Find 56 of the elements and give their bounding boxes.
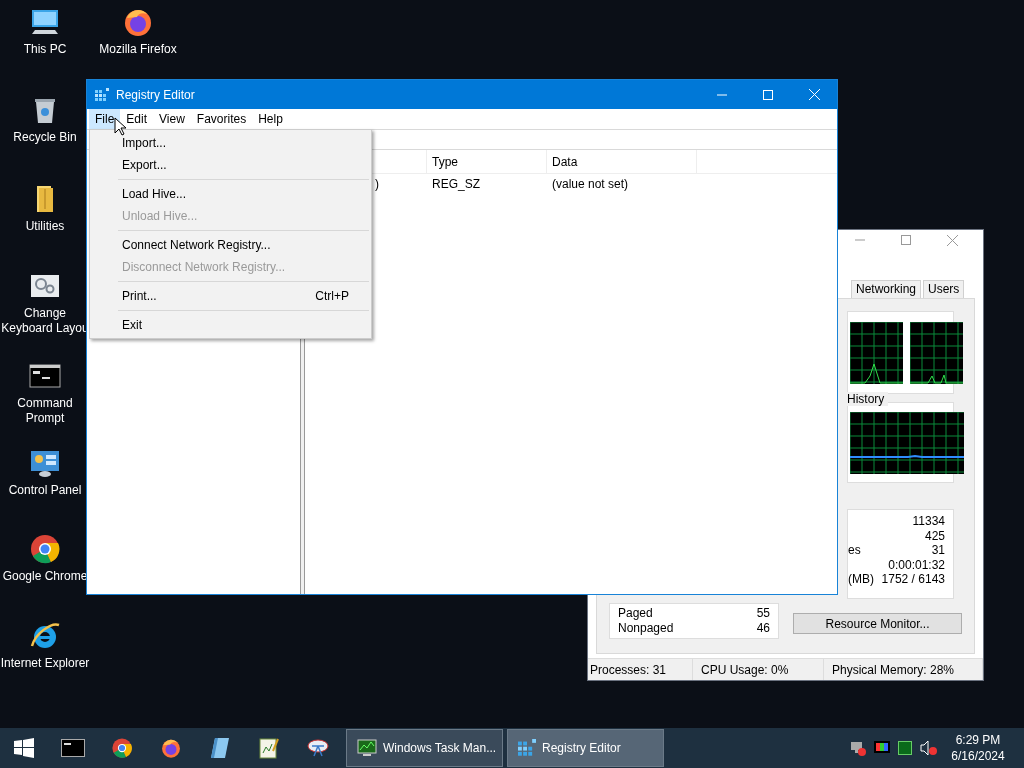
monitor-chart-icon bbox=[357, 739, 377, 757]
grid-square-icon[interactable] bbox=[898, 740, 912, 756]
menu-item[interactable]: Print... Ctrl+P bbox=[90, 285, 371, 307]
desktop-icon-label[interactable]: Command Prompt bbox=[0, 396, 90, 426]
desktop-icon-label[interactable]: Internet Explorer bbox=[0, 656, 90, 671]
group-label: History bbox=[847, 392, 889, 406]
menu-item[interactable]: Connect Network Registry... bbox=[90, 234, 371, 256]
stat-label: Paged bbox=[618, 606, 653, 621]
stat-value: 55 bbox=[756, 606, 770, 621]
menu-item[interactable]: Favorites bbox=[190, 109, 253, 129]
status-text: Physical Memory: 28% bbox=[824, 659, 983, 680]
speaker-muted-icon[interactable] bbox=[920, 740, 938, 756]
stat-value: 31 bbox=[931, 543, 945, 558]
menu-item[interactable]: Exit bbox=[90, 314, 371, 336]
cpu-graph bbox=[910, 321, 963, 384]
tab[interactable]: Networking bbox=[851, 280, 922, 298]
menu-item[interactable]: Export... bbox=[90, 154, 371, 176]
stat-label: Nonpaged bbox=[618, 621, 674, 636]
table-cell-text: ) bbox=[374, 176, 380, 193]
tab[interactable]: Users bbox=[923, 280, 965, 298]
stat-value: 11334 bbox=[912, 514, 945, 529]
stat-label: es bbox=[848, 543, 861, 558]
stat-value: 425 bbox=[924, 528, 945, 543]
menu-item[interactable]: Help bbox=[252, 109, 289, 129]
table-cell-text: REG_SZ bbox=[431, 176, 481, 193]
network-disconnected-icon[interactable] bbox=[850, 740, 866, 756]
taskbar-button[interactable]: Windows Task Man... bbox=[346, 729, 503, 767]
registry-cubes-icon bbox=[518, 739, 536, 757]
menu-item[interactable]: Import... bbox=[90, 132, 371, 154]
mouse-pointer-icon bbox=[114, 117, 127, 136]
desktop-icon-label[interactable]: Utilities bbox=[25, 219, 65, 234]
clock-time[interactable]: 6:29 PM bbox=[955, 732, 1001, 748]
column-header[interactable]: Type bbox=[427, 150, 547, 173]
desktop-icon-label[interactable]: This PC bbox=[23, 42, 67, 57]
registry-cubes-icon bbox=[95, 87, 109, 102]
desktop-icon-label[interactable]: Recycle Bin bbox=[13, 130, 77, 145]
desktop-icon-label[interactable]: Mozilla Firefox bbox=[99, 42, 177, 57]
column-header[interactable]: Data bbox=[547, 150, 697, 173]
desktop-icon-label[interactable]: Google Chrome bbox=[2, 569, 88, 584]
desktop-icon-label[interactable]: Control Panel bbox=[8, 483, 82, 498]
menu-item[interactable]: Load Hive... bbox=[90, 183, 371, 205]
taskbar-button[interactable]: Registry Editor bbox=[507, 729, 664, 767]
stat-value: 1752 / 6143 bbox=[881, 572, 945, 587]
table-cell-text: (value not set) bbox=[551, 176, 629, 193]
status-text: CPU Usage: 0% bbox=[693, 659, 824, 680]
stat-value: 0:00:01:32 bbox=[888, 557, 945, 572]
cpu-graph bbox=[850, 321, 903, 384]
stat-label: (MB) bbox=[848, 572, 874, 587]
display-icon[interactable] bbox=[874, 740, 890, 756]
chrome-icon bbox=[29, 533, 61, 565]
stat-value: 46 bbox=[756, 621, 770, 636]
resource-monitor-button[interactable]: Resource Monitor... bbox=[793, 613, 962, 634]
clock-date[interactable]: 6/16/2024 bbox=[951, 748, 1005, 764]
window-title: Registry Editor bbox=[116, 86, 196, 104]
menu-item[interactable]: View bbox=[153, 109, 191, 129]
status-text: Processes: 31 bbox=[588, 659, 693, 680]
